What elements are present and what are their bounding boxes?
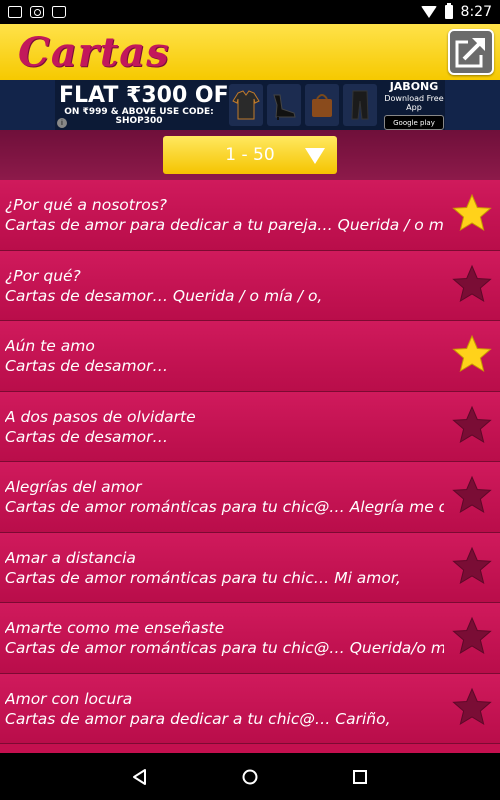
range-bar: 1 - 50 bbox=[0, 130, 500, 180]
item-title: Alegrías del amor bbox=[5, 478, 142, 496]
letters-list[interactable]: ¿Por qué a nosotros? Cartas de amor para … bbox=[0, 180, 500, 753]
shopping-bag-notification-icon bbox=[52, 6, 66, 18]
pants-product-image bbox=[343, 84, 377, 126]
item-title: ¿Por qué? bbox=[5, 266, 81, 285]
ad-info-icon[interactable]: i bbox=[57, 118, 67, 128]
status-time: 8:27 bbox=[460, 4, 492, 20]
list-item[interactable]: Amar a distancia Cartas de amor romántica… bbox=[0, 532, 500, 603]
favorite-star-icon[interactable] bbox=[452, 616, 492, 656]
back-button[interactable] bbox=[126, 763, 154, 791]
item-title: A dos pasos de olvidarte bbox=[5, 407, 196, 426]
home-circle-icon bbox=[242, 769, 258, 784]
wifi-icon bbox=[420, 6, 437, 18]
system-icons: 8:27 bbox=[420, 3, 492, 20]
back-triangle-icon bbox=[133, 768, 146, 785]
item-description: Cartas de desamor… bbox=[5, 357, 168, 375]
camera-notification-icon bbox=[30, 6, 44, 18]
favorite-star-filled-icon[interactable] bbox=[452, 334, 492, 374]
range-dropdown[interactable]: 1 - 50 bbox=[163, 136, 337, 174]
jacket-product-image bbox=[229, 84, 263, 126]
google-play-badge[interactable]: Google play bbox=[384, 115, 444, 130]
item-description: Cartas de amor para dedicar a tu chic@… … bbox=[5, 709, 391, 728]
list-item[interactable]: ¿Por qué a nosotros? Cartas de amor para … bbox=[0, 180, 500, 251]
ad-brand-sub: Download Free App bbox=[384, 94, 444, 112]
recents-square-icon bbox=[353, 769, 367, 784]
item-description: Cartas de desamor… Querida / o mía / o, bbox=[5, 286, 323, 305]
favorite-star-filled-icon[interactable] bbox=[452, 193, 492, 233]
item-title: Amar a distancia bbox=[5, 548, 136, 567]
ad-text: FLAT ₹300 OFF ON ₹999 & ABOVE USE CODE: … bbox=[55, 82, 244, 126]
item-title: Amor con locura bbox=[5, 689, 133, 708]
range-label: 1 - 50 bbox=[225, 145, 275, 165]
status-bar: 8:27 bbox=[0, 0, 500, 24]
list-item[interactable]: Amor con locura Cartas de amor para dedic… bbox=[0, 673, 500, 744]
list-item[interactable]: A dos pasos de olvidarte Cartas de desamo… bbox=[0, 391, 500, 462]
item-description: Cartas de amor románticas para tu chic@…… bbox=[5, 639, 444, 657]
battery-icon bbox=[444, 3, 453, 19]
item-description: Cartas de amor románticas para tu chic@…… bbox=[5, 498, 444, 516]
image-notification-icon bbox=[8, 6, 22, 18]
item-title: Amarte como me enseñaste bbox=[5, 619, 225, 637]
ad-brand: JABONG Download Free App Google play bbox=[383, 80, 445, 130]
favorite-star-icon[interactable] bbox=[452, 687, 492, 727]
home-button[interactable] bbox=[236, 763, 264, 791]
ad-headline: FLAT ₹300 OFF bbox=[59, 82, 244, 108]
navigation-bar bbox=[0, 753, 500, 800]
shoe-product-image bbox=[267, 84, 301, 126]
list-item[interactable]: Amarte como me enseñaste Cartas de amor r… bbox=[0, 603, 500, 674]
ad-brand-name: JABONG bbox=[389, 80, 439, 93]
notification-icons bbox=[8, 6, 66, 18]
ad-subline: ON ₹999 & ABOVE USE CODE: SHOP300 bbox=[64, 106, 214, 126]
chevron-down-icon bbox=[305, 148, 325, 164]
favorite-star-icon[interactable] bbox=[452, 546, 492, 586]
favorite-star-icon[interactable] bbox=[452, 264, 492, 304]
favorite-star-icon[interactable] bbox=[452, 405, 492, 445]
share-arrow-icon bbox=[455, 37, 486, 68]
ad-banner[interactable]: FLAT ₹300 OFF ON ₹999 & ABOVE USE CODE: … bbox=[55, 80, 445, 130]
ad-banner-area: FLAT ₹300 OFF ON ₹999 & ABOVE USE CODE: … bbox=[0, 80, 500, 130]
favorite-star-icon[interactable] bbox=[452, 475, 492, 515]
item-description: Cartas de amor para dedicar a tu pareja…… bbox=[5, 216, 444, 234]
share-button[interactable] bbox=[448, 29, 494, 75]
ad-products bbox=[229, 84, 377, 126]
item-description: Cartas de amor románticas para tu chic… … bbox=[5, 568, 401, 587]
list-item[interactable]: ¿Por qué? Cartas de desamor… Querida / o … bbox=[0, 250, 500, 321]
list-item[interactable]: Aún te amo Cartas de desamor… bbox=[0, 321, 500, 392]
recents-button[interactable] bbox=[346, 763, 374, 791]
item-description: Cartas de desamor… bbox=[5, 427, 168, 446]
app-title: Cartas bbox=[18, 28, 170, 76]
item-title: Aún te amo bbox=[5, 337, 95, 355]
item-title: ¿Por qué a nosotros? bbox=[5, 196, 168, 214]
list-item[interactable]: Alegrías del amor Cartas de amor romántic… bbox=[0, 462, 500, 533]
bag-product-image bbox=[305, 84, 339, 126]
app-bar: Cartas bbox=[0, 24, 500, 80]
